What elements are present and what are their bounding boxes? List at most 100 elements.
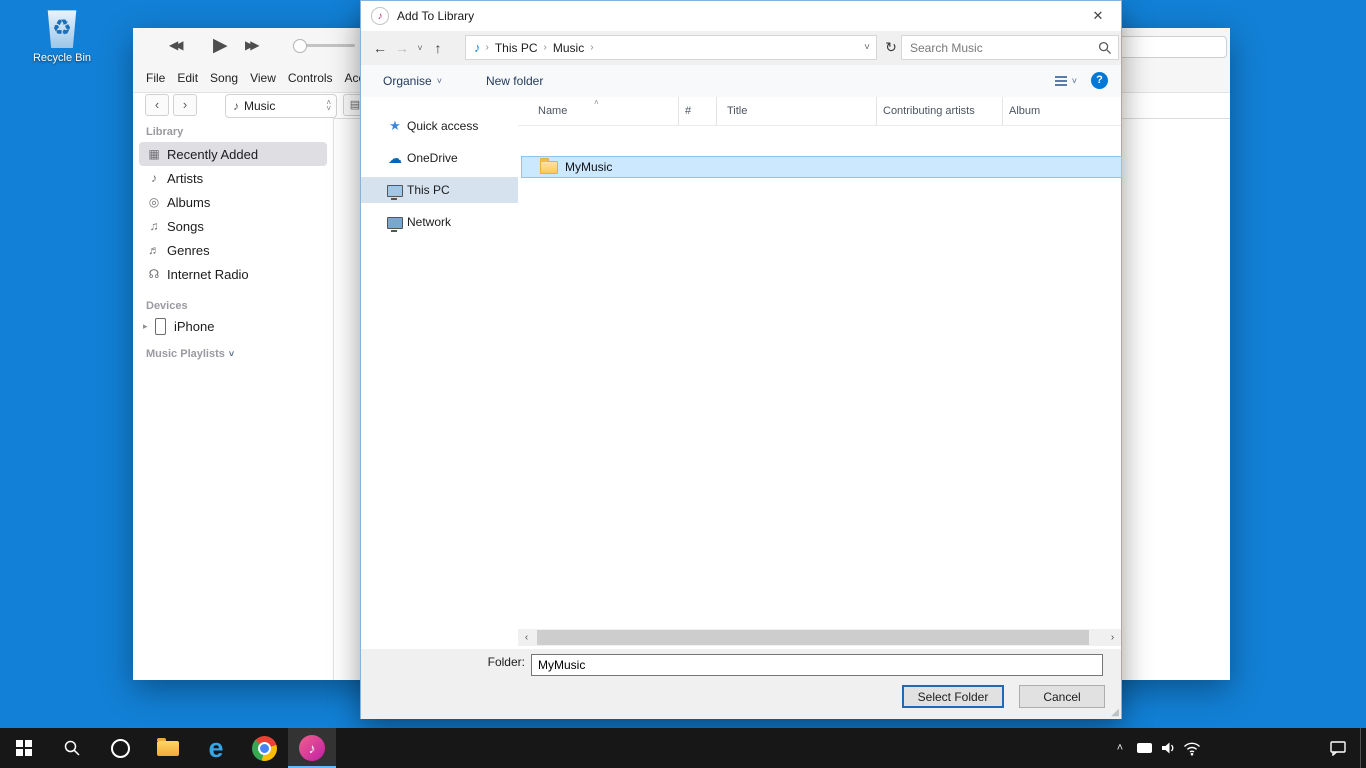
menu-edit[interactable]: Edit (177, 71, 198, 85)
sidebar-item-genres[interactable]: ♬ Genres (139, 238, 327, 262)
sidebar-item-artists[interactable]: ♪ Artists (139, 166, 327, 190)
action-center-icon (1329, 740, 1347, 756)
search-icon (63, 739, 81, 757)
resize-grip[interactable]: ◢ (1111, 707, 1119, 718)
up-button[interactable]: ↑ (427, 40, 449, 56)
scrollbar-thumb[interactable] (537, 630, 1089, 645)
dialog-close-button[interactable]: ✕ (1075, 1, 1121, 31)
recent-locations-chevron-icon[interactable]: ˅ (413, 43, 427, 53)
quick-access-star-icon: ★ (385, 118, 405, 134)
hidden-icons-chevron[interactable]: ˄ (1108, 728, 1132, 768)
column-title[interactable]: Title (717, 97, 877, 125)
system-tray: ˄ (1108, 728, 1204, 768)
taskbar-app-buttons: e ♪ (0, 728, 336, 768)
forward-button[interactable]: → (391, 40, 413, 56)
itunes-taskbar-button[interactable]: ♪ (288, 728, 336, 768)
onedrive-cloud-icon: ☁ (385, 150, 405, 167)
breadcrumb-music[interactable]: Music (550, 41, 587, 55)
file-explorer-icon (157, 741, 179, 756)
itunes-sidebar: Library ▦ Recently Added ♪ Artists ◎ Alb… (133, 118, 334, 680)
play-button[interactable]: ▶ (213, 34, 228, 57)
folder-label: Folder: (361, 655, 525, 669)
place-quick-access[interactable]: ★ Quick access (361, 113, 518, 139)
music-playlists-header[interactable]: Music Playlists ˅ (146, 348, 333, 360)
show-desktop-button[interactable] (1360, 728, 1366, 768)
volume-button[interactable] (1156, 728, 1180, 768)
breadcrumb-separator-icon: › (541, 42, 550, 53)
organise-button[interactable]: Organise ˅ (383, 74, 442, 88)
recycle-bin-label: Recycle Bin (30, 52, 94, 64)
select-folder-button[interactable]: Select Folder (902, 685, 1004, 708)
action-center-button[interactable] (1318, 728, 1358, 768)
cancel-button[interactable]: Cancel (1019, 685, 1105, 708)
rewind-button[interactable]: ◀◀ (169, 38, 179, 52)
command-bar: Organise ˅ New folder ˅ ? (361, 65, 1121, 98)
scroll-left-arrow[interactable]: ‹ (518, 629, 535, 646)
list-column-headers: Name # Title Contributing artists Album (518, 97, 1121, 126)
music-library-icon: ♪ (474, 40, 481, 55)
places-pane: ★ Quick access ☁ OneDrive This PC Networ… (361, 113, 518, 241)
new-folder-button[interactable]: New folder (486, 74, 543, 88)
internet-radio-icon: ☊ (145, 267, 163, 281)
network-button[interactable] (1180, 728, 1204, 768)
chevron-down-icon: ˅ (1072, 76, 1077, 86)
file-list[interactable]: MyMusic (518, 125, 1121, 632)
taskbar-search-button[interactable] (48, 728, 96, 768)
chevron-up-icon: ˄ (1117, 742, 1123, 754)
place-onedrive[interactable]: ☁ OneDrive (361, 145, 518, 171)
sidebar-item-songs[interactable]: ♫ Songs (139, 214, 327, 238)
address-dropdown-chevron-icon[interactable]: ˅ (864, 42, 870, 53)
sidebar-item-recently-added[interactable]: ▦ Recently Added (139, 142, 327, 166)
column-album[interactable]: Album (1003, 97, 1121, 125)
artists-icon: ♪ (145, 171, 163, 185)
file-row-mymusic[interactable]: MyMusic (521, 156, 1122, 178)
help-button[interactable]: ? (1091, 72, 1108, 89)
folder-name-input[interactable] (531, 654, 1103, 676)
file-explorer-button[interactable] (144, 728, 192, 768)
sidebar-item-albums[interactable]: ◎ Albums (139, 190, 327, 214)
cortana-button[interactable] (96, 728, 144, 768)
itunes-search-field[interactable] (1105, 36, 1227, 58)
chrome-icon (252, 736, 277, 761)
selector-spinner-icon[interactable]: ˄˅ (326, 100, 331, 112)
start-button[interactable] (0, 728, 48, 768)
itunes-back-button[interactable]: ‹ (145, 94, 169, 116)
view-mode-button[interactable]: ˅ (1055, 76, 1077, 86)
wifi-icon (1183, 741, 1201, 756)
menu-song[interactable]: Song (210, 71, 238, 85)
recycle-bin[interactable]: ♻ Recycle Bin (30, 8, 94, 64)
search-icon[interactable] (1098, 41, 1112, 55)
address-bar[interactable]: ♪ › This PC › Music › ˅ (465, 35, 877, 60)
expand-chevron-icon[interactable]: ▸ (143, 321, 155, 332)
volume-knob[interactable] (293, 39, 307, 53)
column-number[interactable]: # (679, 97, 717, 125)
place-network[interactable]: Network (361, 209, 518, 235)
chrome-button[interactable] (240, 728, 288, 768)
sidebar-item-internet-radio[interactable]: ☊ Internet Radio (139, 262, 327, 286)
fast-forward-button[interactable]: ▶▶ (245, 38, 255, 52)
sidebar-item-iphone[interactable]: ▸ iPhone (133, 314, 333, 338)
itunes-app-icon: ♪ (371, 7, 389, 25)
menu-controls[interactable]: Controls (288, 71, 333, 85)
windows-logo-icon (16, 740, 32, 756)
menu-view[interactable]: View (250, 71, 276, 85)
itunes-forward-button[interactable]: › (173, 94, 197, 116)
menu-file[interactable]: File (146, 71, 165, 85)
horizontal-scrollbar: ‹ › (518, 629, 1121, 646)
media-kind-selector[interactable]: ♪ Music ˄˅ (225, 94, 337, 118)
touch-keyboard-icon (1137, 743, 1152, 753)
back-button[interactable]: ← (369, 40, 391, 56)
scrollbar-track[interactable] (535, 629, 1104, 646)
chevron-down-icon: ˅ (437, 76, 442, 86)
scroll-right-arrow[interactable]: › (1104, 629, 1121, 646)
edge-button[interactable]: e (192, 728, 240, 768)
touch-keyboard-button[interactable] (1132, 728, 1156, 768)
taskbar: e ♪ ˄ (0, 728, 1366, 768)
breadcrumb-this-pc[interactable]: This PC (492, 41, 541, 55)
this-pc-monitor-icon (385, 183, 405, 197)
search-input[interactable] (902, 40, 1098, 56)
column-contributing-artists[interactable]: Contributing artists (877, 97, 1003, 125)
refresh-button[interactable]: ↻ (879, 35, 903, 60)
library-header: Library (146, 126, 333, 138)
place-this-pc[interactable]: This PC (361, 177, 518, 203)
